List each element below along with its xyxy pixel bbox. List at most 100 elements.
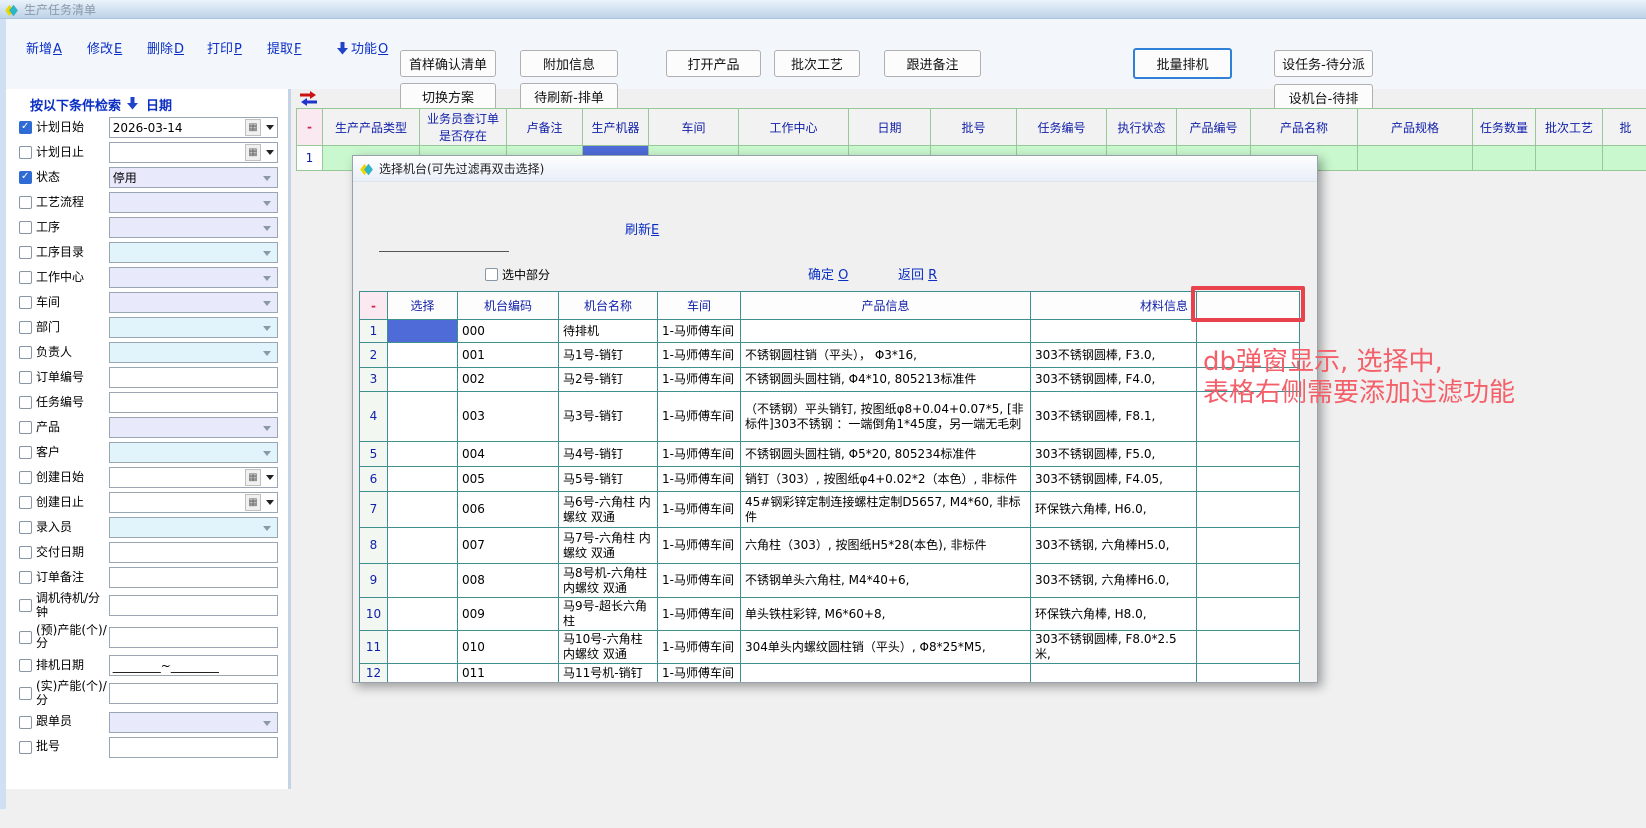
swap-columns-icon[interactable] bbox=[299, 91, 318, 109]
machine-material-cell[interactable] bbox=[1031, 683, 1197, 684]
machine-select-cell[interactable] bbox=[388, 368, 458, 392]
dialog-filter-input[interactable] bbox=[379, 234, 509, 252]
filter-input-24[interactable] bbox=[109, 737, 278, 758]
filter-input-1[interactable]: ▦ bbox=[109, 142, 278, 163]
machine-product-cell[interactable] bbox=[741, 664, 1031, 683]
machine-row-number[interactable]: 9 bbox=[360, 564, 388, 598]
machine-name-cell[interactable]: 马11号机-销钉 bbox=[559, 664, 658, 683]
chevron-down-icon[interactable] bbox=[263, 301, 271, 306]
back-link[interactable]: 返回 R bbox=[898, 264, 937, 283]
machine-code-cell[interactable]: 009 bbox=[458, 598, 559, 631]
machine-row-number[interactable]: 4 bbox=[360, 392, 388, 442]
chevron-down-icon[interactable] bbox=[263, 176, 271, 181]
machine-code-cell[interactable]: 007 bbox=[458, 528, 559, 564]
machine-code-cell[interactable]: 003 bbox=[458, 392, 559, 442]
calendar-icon[interactable]: ▦ bbox=[245, 119, 261, 136]
machine-product-cell[interactable]: 不锈钢圆头圆柱销, Φ4*10, 805213标准件 bbox=[741, 368, 1031, 392]
filter-checkbox-8[interactable] bbox=[19, 321, 32, 334]
filter-input-15[interactable]: ▦ bbox=[109, 492, 278, 513]
filter-checkbox-7[interactable] bbox=[19, 296, 32, 309]
machine-workshop-cell[interactable]: 1-马师傅车间 bbox=[658, 492, 741, 528]
btn-set-task-pending-dispatch[interactable]: 设任务-待分派 bbox=[1274, 50, 1373, 77]
machine-name-cell[interactable]: 马9号-超长六角柱 bbox=[559, 598, 658, 631]
filter-input-9[interactable] bbox=[109, 342, 278, 363]
partial-checkbox-box[interactable] bbox=[485, 268, 498, 281]
filter-input-22[interactable] bbox=[109, 683, 278, 704]
machine-extra-cell[interactable] bbox=[1197, 320, 1300, 343]
machine-product-cell[interactable]: 销钉（303）, 按图纸φ4+0.02*2（本色）, 非标件 bbox=[741, 467, 1031, 492]
machine-row-number[interactable]: 2 bbox=[360, 343, 388, 368]
machine-material-cell[interactable]: 303不锈钢圆棒, F4.0, bbox=[1031, 368, 1197, 392]
btn-switch-scheme[interactable]: 切换方案 bbox=[400, 83, 496, 110]
chevron-down-icon[interactable] bbox=[263, 226, 271, 231]
filter-input-21[interactable]: ________~________ bbox=[109, 655, 278, 676]
ok-link[interactable]: 确定 O bbox=[808, 264, 848, 283]
filter-checkbox-3[interactable] bbox=[19, 196, 32, 209]
calendar-icon[interactable]: ▦ bbox=[245, 494, 261, 511]
main-row-number[interactable]: 1 bbox=[297, 146, 323, 171]
machine-material-cell[interactable]: 303不锈钢圆棒, F8.1, bbox=[1031, 392, 1197, 442]
filter-checkbox-16[interactable] bbox=[19, 521, 32, 534]
machine-material-cell[interactable]: 303不锈钢, 六角棒H5.0, bbox=[1031, 528, 1197, 564]
filter-input-12[interactable] bbox=[109, 417, 278, 438]
machine-workshop-cell[interactable]: 1-马师傅车间 bbox=[658, 683, 741, 684]
chevron-down-icon[interactable] bbox=[263, 251, 271, 256]
filter-checkbox-6[interactable] bbox=[19, 271, 32, 284]
machine-select-cell[interactable] bbox=[388, 683, 458, 684]
machine-product-cell[interactable]: 不锈钢圆柱销（平头）， Φ3*16, bbox=[741, 343, 1031, 368]
machine-product-cell[interactable]: 不锈钢单头六角柱, M4*40+6, bbox=[741, 564, 1031, 598]
filter-input-17[interactable] bbox=[109, 542, 278, 563]
chevron-down-icon[interactable] bbox=[263, 451, 271, 456]
btn-refresh-pending-order[interactable]: 待刷新-排单 bbox=[520, 83, 618, 110]
machine-row-number[interactable]: 11 bbox=[360, 631, 388, 664]
filter-checkbox-12[interactable] bbox=[19, 421, 32, 434]
menu-print[interactable]: 打印P bbox=[207, 38, 242, 57]
machine-select-cell[interactable] bbox=[388, 442, 458, 467]
machine-row-number[interactable]: 13 bbox=[360, 683, 388, 684]
machine-code-cell[interactable]: 005 bbox=[458, 467, 559, 492]
machine-workshop-cell[interactable]: 1-马师傅车间 bbox=[658, 320, 741, 343]
machine-row-number[interactable]: 8 bbox=[360, 528, 388, 564]
machine-row[interactable]: 13012马12号-销钉1-马师傅车间 bbox=[360, 683, 1300, 684]
machine-extra-cell[interactable] bbox=[1197, 492, 1300, 528]
machine-row[interactable]: 11010马10号-六角柱 内螺纹 双通1-马师傅车间304单头内螺纹圆柱销（平… bbox=[360, 631, 1300, 664]
machine-name-cell[interactable]: 马8号机-六角柱 内螺纹 双通 bbox=[559, 564, 658, 598]
machine-code-cell[interactable]: 010 bbox=[458, 631, 559, 664]
machine-row-number[interactable]: 5 bbox=[360, 442, 388, 467]
machine-code-cell[interactable]: 008 bbox=[458, 564, 559, 598]
machine-row[interactable]: 8007马7号-六角柱 内螺纹 双通1-马师傅车间六角柱（303）, 按图纸H5… bbox=[360, 528, 1300, 564]
filter-checkbox-10[interactable] bbox=[19, 371, 32, 384]
calendar-icon[interactable]: ▦ bbox=[245, 469, 261, 486]
filter-input-7[interactable] bbox=[109, 292, 278, 313]
menu-modify[interactable]: 修改E bbox=[87, 38, 122, 57]
machine-material-cell[interactable]: 303不锈钢, 六角棒H6.0, bbox=[1031, 564, 1197, 598]
btn-set-machine-pending[interactable]: 设机台-待排 bbox=[1274, 84, 1373, 111]
machine-select-cell[interactable] bbox=[388, 492, 458, 528]
machine-row[interactable]: 7006马6号-六角柱 内螺纹 双通1-马师傅车间45#钢彩锌定制连接螺柱定制D… bbox=[360, 492, 1300, 528]
filter-input-0[interactable]: 2026-03-14▦ bbox=[109, 117, 278, 138]
machine-product-cell[interactable]: 45#钢彩锌定制连接螺柱定制D5657, M4*60, 非标件 bbox=[741, 492, 1031, 528]
machine-name-cell[interactable]: 马2号-销钉 bbox=[559, 368, 658, 392]
machine-row-number[interactable]: 6 bbox=[360, 467, 388, 492]
machine-select-cell[interactable] bbox=[388, 664, 458, 683]
chevron-down-icon[interactable] bbox=[263, 426, 271, 431]
machine-row[interactable]: 12011马11号机-销钉1-马师傅车间 bbox=[360, 664, 1300, 683]
machine-name-cell[interactable]: 马1号-销钉 bbox=[559, 343, 658, 368]
filter-checkbox-24[interactable] bbox=[19, 741, 32, 754]
menu-new[interactable]: 新增A bbox=[26, 38, 62, 57]
machine-select-cell[interactable] bbox=[388, 564, 458, 598]
filter-checkbox-13[interactable] bbox=[19, 446, 32, 459]
machine-row-number[interactable]: 3 bbox=[360, 368, 388, 392]
filter-input-14[interactable]: ▦ bbox=[109, 467, 278, 488]
refresh-link[interactable]: 刷新E bbox=[625, 219, 659, 238]
machine-workshop-cell[interactable]: 1-马师傅车间 bbox=[658, 564, 741, 598]
btn-sample-confirm-list[interactable]: 首样确认清单 bbox=[400, 50, 496, 77]
filter-checkbox-23[interactable] bbox=[19, 716, 32, 729]
filter-input-3[interactable] bbox=[109, 192, 278, 213]
machine-workshop-cell[interactable]: 1-马师傅车间 bbox=[658, 528, 741, 564]
main-cell-14[interactable] bbox=[1473, 146, 1536, 171]
btn-extra-info[interactable]: 附加信息 bbox=[520, 50, 618, 77]
calendar-icon[interactable]: ▦ bbox=[245, 144, 261, 161]
machine-row[interactable]: 1000待排机1-马师傅车间 bbox=[360, 320, 1300, 343]
filter-checkbox-0[interactable] bbox=[19, 121, 32, 134]
